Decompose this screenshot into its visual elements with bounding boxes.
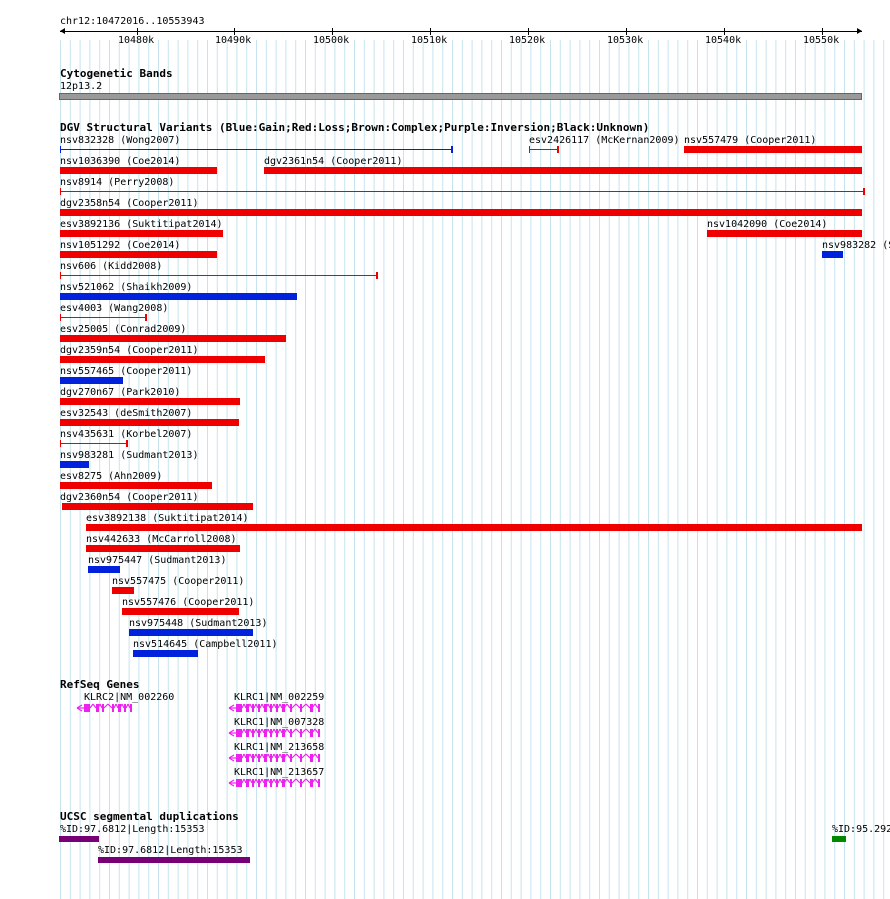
dgv-variant-bar[interactable] bbox=[60, 356, 265, 363]
dgv-variant-label[interactable]: esv32543 (deSmith2007) bbox=[60, 408, 192, 419]
ruler-tick bbox=[626, 28, 627, 35]
segdup-label[interactable]: %ID:97.6812|Length:15353 bbox=[98, 845, 243, 856]
dgv-variant-bar[interactable] bbox=[60, 146, 453, 153]
dgv-variant-bar[interactable] bbox=[60, 461, 89, 468]
refseq-track-header: RefSeq Genes bbox=[60, 678, 140, 691]
ruler-tick-label: 10530k bbox=[607, 35, 644, 46]
dgv-variant-label[interactable]: dgv2360n54 (Cooper2011) bbox=[60, 492, 198, 503]
ruler-tick-label: 10550k bbox=[803, 35, 840, 46]
gene-model[interactable] bbox=[228, 752, 324, 764]
dgv-variant-label[interactable]: nsv832328 (Wong2007) bbox=[60, 135, 180, 146]
chromosome-location: chr12:10472016..10553943 bbox=[60, 16, 205, 27]
dgv-variant-label[interactable]: nsv1042090 (Coe2014) bbox=[707, 219, 827, 230]
dgv-variant-bar[interactable] bbox=[60, 209, 862, 216]
dgv-variant-label[interactable]: nsv975448 (Sudmant2013) bbox=[129, 618, 267, 629]
dgv-variant-label[interactable]: nsv442633 (McCarroll2008) bbox=[86, 534, 237, 545]
ruler-tick bbox=[822, 28, 823, 35]
dgv-variant-bar[interactable] bbox=[264, 167, 862, 174]
dgv-variant-label[interactable]: esv25005 (Conrad2009) bbox=[60, 324, 186, 335]
dgv-variant-bar[interactable] bbox=[133, 650, 198, 657]
dgv-variant-bar[interactable] bbox=[707, 230, 862, 237]
dgv-variant-label[interactable]: dgv2358n54 (Cooper2011) bbox=[60, 198, 198, 209]
dgv-variant-bar[interactable] bbox=[60, 230, 223, 237]
dgv-variant-bar[interactable] bbox=[60, 272, 378, 279]
ruler-tick-label: 10510k bbox=[411, 35, 448, 46]
ruler-axis bbox=[60, 31, 862, 32]
gene-model[interactable] bbox=[228, 702, 324, 714]
dgv-variant-label[interactable]: nsv8914 (Perry2008) bbox=[60, 177, 174, 188]
dgv-variant-bar[interactable] bbox=[86, 524, 862, 531]
dgv-variant-label[interactable]: nsv1036390 (Coe2014) bbox=[60, 156, 180, 167]
dgv-variant-label[interactable]: esv3892138 (Suktitipat2014) bbox=[86, 513, 249, 524]
ruler-left-arrow bbox=[60, 28, 65, 34]
dgv-variant-label[interactable]: nsv521062 (Shaikh2009) bbox=[60, 282, 192, 293]
gene-model[interactable] bbox=[228, 777, 324, 789]
dgv-variant-label[interactable]: dgv2359n54 (Cooper2011) bbox=[60, 345, 198, 356]
dgv-variant-bar[interactable] bbox=[129, 629, 253, 636]
dgv-variant-bar[interactable] bbox=[62, 503, 253, 510]
dgv-variant-label[interactable]: nsv983281 (Sudmant2013) bbox=[60, 450, 198, 461]
dgv-variant-bar[interactable] bbox=[60, 482, 212, 489]
dgv-variant-bar[interactable] bbox=[822, 251, 843, 258]
dgv-variant-bar[interactable] bbox=[112, 587, 134, 594]
segdup-label[interactable]: %ID:95.292 bbox=[832, 824, 890, 835]
ruler-tick bbox=[234, 28, 235, 35]
gene-model[interactable] bbox=[228, 727, 324, 739]
dgv-variant-bar[interactable] bbox=[60, 335, 286, 342]
ruler-track: chr12:10472016..10553943 10480k 10490k 105… bbox=[0, 0, 890, 60]
ruler-tick-label: 10480k bbox=[118, 35, 155, 46]
ruler-tick bbox=[430, 28, 431, 35]
dgv-variant-bar[interactable] bbox=[60, 167, 217, 174]
dgv-variant-label[interactable]: nsv435631 (Korbel2007) bbox=[60, 429, 192, 440]
cytoband-bar[interactable] bbox=[59, 93, 862, 100]
ruler-tick-label: 10540k bbox=[705, 35, 742, 46]
dgv-variant-bar[interactable] bbox=[60, 188, 865, 195]
dgv-variant-label[interactable]: esv2426117 (McKernan2009) bbox=[529, 135, 680, 146]
ruler-tick bbox=[528, 28, 529, 35]
dgv-variant-bar[interactable] bbox=[86, 545, 240, 552]
segdup-bar[interactable] bbox=[59, 836, 99, 842]
dgv-variant-bar[interactable] bbox=[60, 293, 297, 300]
dgv-variant-bar[interactable] bbox=[88, 566, 120, 573]
dgv-variant-bar[interactable] bbox=[60, 251, 217, 258]
dgv-variant-bar[interactable] bbox=[684, 146, 862, 153]
dgv-variant-bar[interactable] bbox=[60, 419, 239, 426]
cytoband-label: 12p13.2 bbox=[60, 81, 103, 92]
dgv-variant-bar[interactable] bbox=[529, 146, 559, 153]
segdup-track-header: UCSC segmental duplications bbox=[60, 810, 239, 823]
dgv-track-header: DGV Structural Variants (Blue:Gain;Red:L… bbox=[60, 121, 650, 134]
dgv-variant-label[interactable]: nsv1051292 (Coe2014) bbox=[60, 240, 180, 251]
ruler-tick-label: 10490k bbox=[215, 35, 252, 46]
dgv-variant-label[interactable]: nsv557465 (Cooper2011) bbox=[60, 366, 192, 377]
dgv-variant-label[interactable]: nsv557475 (Cooper2011) bbox=[112, 576, 244, 587]
segdup-bar[interactable] bbox=[832, 836, 846, 842]
ruler-tick bbox=[724, 28, 725, 35]
ruler-right-arrow bbox=[857, 28, 862, 34]
dgv-variant-label[interactable]: esv3892136 (Suktitipat2014) bbox=[60, 219, 223, 230]
dgv-variant-label[interactable]: nsv514645 (Campbell2011) bbox=[133, 639, 278, 650]
cytogenetic-bands-header: Cytogenetic Bands bbox=[60, 67, 173, 80]
dgv-variant-bar[interactable] bbox=[60, 398, 240, 405]
dgv-variant-bar[interactable] bbox=[122, 608, 239, 615]
ruler-tick-label: 10500k bbox=[313, 35, 350, 46]
ruler-tick bbox=[332, 28, 333, 35]
segdup-bar[interactable] bbox=[98, 857, 250, 863]
dgv-variant-label[interactable]: esv8275 (Ahn2009) bbox=[60, 471, 162, 482]
ruler-tick-label: 10520k bbox=[509, 35, 546, 46]
dgv-variant-label[interactable]: esv4003 (Wang2008) bbox=[60, 303, 168, 314]
dgv-variant-label[interactable]: nsv606 (Kidd2008) bbox=[60, 261, 162, 272]
ruler-tick bbox=[137, 28, 138, 35]
dgv-variant-label[interactable]: nsv557479 (Cooper2011) bbox=[684, 135, 816, 146]
dgv-variant-label[interactable]: dgv270n67 (Park2010) bbox=[60, 387, 180, 398]
dgv-variant-label[interactable]: nsv557476 (Cooper2011) bbox=[122, 597, 254, 608]
segdup-label[interactable]: %ID:97.6812|Length:15353 bbox=[60, 824, 205, 835]
gene-model[interactable] bbox=[76, 702, 142, 714]
dgv-variant-bar[interactable] bbox=[60, 440, 128, 447]
dgv-variant-label[interactable]: nsv975447 (Sudmant2013) bbox=[88, 555, 226, 566]
dgv-variant-bar[interactable] bbox=[60, 377, 123, 384]
dgv-variant-bar[interactable] bbox=[60, 314, 147, 321]
dgv-variant-label[interactable]: nsv983282 (S bbox=[822, 240, 890, 251]
dgv-variant-label[interactable]: dgv2361n54 (Cooper2011) bbox=[264, 156, 402, 167]
